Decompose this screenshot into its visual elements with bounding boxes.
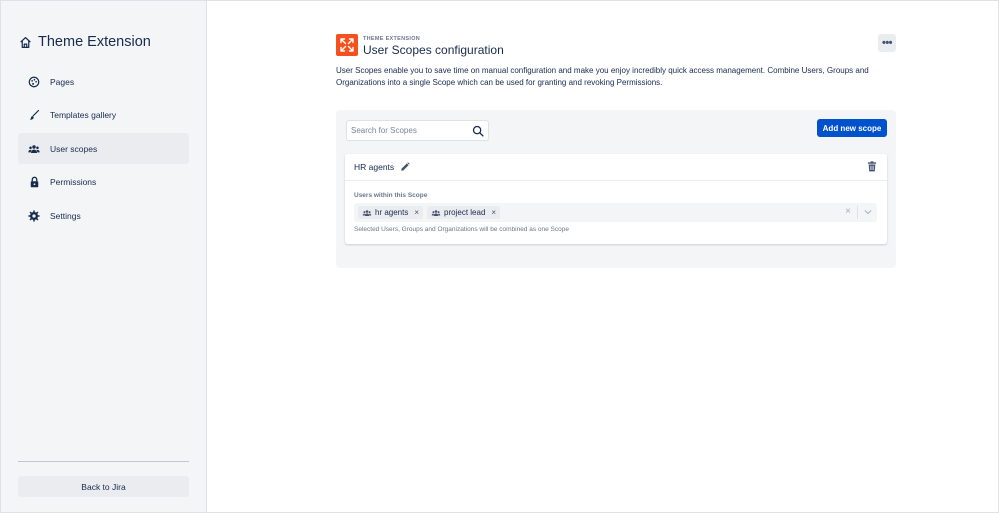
sidebar: Theme Extension Pages Templates gallery …	[1, 1, 207, 512]
sidebar-item-label: Settings	[50, 210, 81, 221]
more-actions-button[interactable]: •••	[878, 34, 896, 52]
selected-tag: hr agents ×	[358, 206, 424, 219]
users-icon	[28, 143, 40, 155]
selected-tag: project lead ×	[427, 206, 501, 219]
expand-arrows-icon	[340, 38, 354, 52]
page-overline: THEME EXTENSION	[363, 36, 421, 42]
add-new-scope-button[interactable]: Add new scope	[817, 119, 887, 137]
search-input[interactable]	[351, 126, 472, 135]
search-field	[346, 120, 489, 141]
remove-tag-icon[interactable]: ×	[491, 208, 496, 217]
sidebar-item-label: Permissions	[50, 177, 97, 188]
brush-icon	[28, 109, 40, 121]
app-window: Theme Extension Pages Templates gallery …	[0, 0, 999, 513]
clear-selection-icon[interactable]: ×	[845, 207, 851, 217]
trash-icon[interactable]	[867, 161, 877, 172]
users-field-label: Users within this Scope	[354, 192, 428, 199]
page-description: User Scopes enable you to save time on m…	[336, 66, 869, 87]
group-icon	[362, 209, 372, 217]
scope-card-header: HR agents	[345, 154, 887, 181]
sidebar-item-label: Pages	[50, 76, 75, 87]
chevron-down-icon[interactable]	[863, 207, 873, 217]
palette-icon	[28, 76, 40, 88]
users-multi-select[interactable]: hr agents × project lead × ×	[354, 203, 877, 222]
sidebar-item-user-scopes[interactable]: User scopes	[18, 133, 189, 165]
sidebar-item-label: User scopes	[50, 143, 98, 154]
pencil-icon[interactable]	[400, 162, 410, 172]
sidebar-item-label: Templates gallery	[50, 110, 117, 121]
sidebar-item-pages[interactable]: Pages	[18, 66, 189, 97]
users-field-helper: Selected Users, Groups and Organizations…	[354, 226, 569, 233]
lock-icon	[28, 176, 40, 188]
sidebar-item-templates-gallery[interactable]: Templates gallery	[18, 100, 189, 131]
app-logo	[336, 34, 358, 56]
app-title-label: Theme Extension	[38, 34, 151, 50]
tag-label: hr agents	[375, 208, 409, 217]
sidebar-nav: Pages Templates gallery User scopes Perm…	[18, 66, 189, 234]
main-content: THEME EXTENSION User Scopes configuratio…	[207, 1, 998, 512]
scopes-panel: Add new scope HR agents Users within thi…	[336, 110, 896, 268]
sidebar-item-settings[interactable]: Settings	[18, 200, 189, 231]
app-title[interactable]: Theme Extension	[19, 34, 151, 50]
gear-icon	[28, 210, 40, 222]
sidebar-item-permissions[interactable]: Permissions	[18, 167, 189, 198]
scope-card: HR agents Users within this Scope hr age	[345, 154, 887, 244]
scope-name: HR agents	[354, 162, 395, 172]
remove-tag-icon[interactable]: ×	[414, 208, 419, 217]
select-separator	[857, 206, 858, 219]
sidebar-divider	[18, 461, 189, 462]
group-icon	[431, 209, 441, 217]
page-title: User Scopes configuration	[363, 43, 504, 57]
back-to-jira-button[interactable]: Back to Jira	[18, 476, 189, 497]
home-icon	[20, 36, 31, 48]
tag-label: project lead	[444, 208, 486, 217]
search-icon[interactable]	[472, 125, 484, 137]
